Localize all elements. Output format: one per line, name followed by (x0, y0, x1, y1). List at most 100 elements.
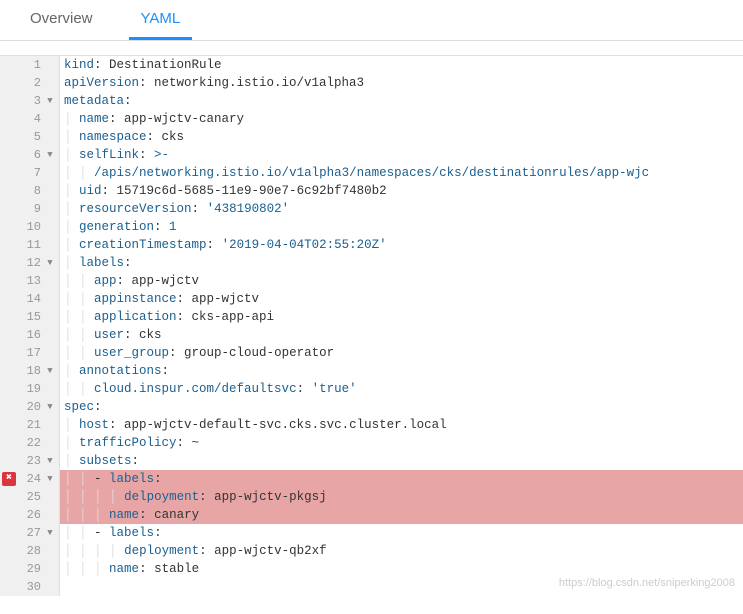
fold-toggle-icon[interactable]: ▼ (45, 362, 55, 380)
gutter-row: ✖4▼ (0, 110, 59, 128)
gutter-row: ✖14▼ (0, 290, 59, 308)
gutter-row: ✖27▼ (0, 524, 59, 542)
code-line[interactable]: │ │ user_group: group-cloud-operator (60, 344, 743, 362)
line-number: 5 (18, 128, 45, 146)
gutter-row: ✖10▼ (0, 218, 59, 236)
line-number: 12 (18, 254, 45, 272)
line-number: 25 (18, 488, 45, 506)
code-line[interactable]: │ │ /apis/networking.istio.io/v1alpha3/n… (60, 164, 743, 182)
code-line[interactable]: │ │ - labels: (60, 470, 743, 488)
gutter-row: ✖23▼ (0, 452, 59, 470)
line-number: 20 (18, 398, 45, 416)
gutter-row: ✖20▼ (0, 398, 59, 416)
gutter-row: ✖3▼ (0, 92, 59, 110)
gutter-row: ✖15▼ (0, 308, 59, 326)
code-line[interactable]: │ │ user: cks (60, 326, 743, 344)
tab-yaml[interactable]: YAML (129, 0, 193, 40)
gutter-row: ✖22▼ (0, 434, 59, 452)
code-line[interactable]: │ │ │ name: canary (60, 506, 743, 524)
line-number: 3 (18, 92, 45, 110)
gutter-row: ✖9▼ (0, 200, 59, 218)
line-number: 16 (18, 326, 45, 344)
code-line[interactable]: │ annotations: (60, 362, 743, 380)
gutter-row: ✖8▼ (0, 182, 59, 200)
line-number: 11 (18, 236, 45, 254)
line-number: 27 (18, 524, 45, 542)
tabs-bar: Overview YAML (0, 0, 743, 41)
line-number: 28 (18, 542, 45, 560)
editor-code[interactable]: kind: DestinationRuleapiVersion: network… (60, 56, 743, 596)
gutter-row: ✖13▼ (0, 272, 59, 290)
code-line[interactable]: │ │ app: app-wjctv (60, 272, 743, 290)
line-number: 6 (18, 146, 45, 164)
watermark: https://blog.csdn.net/sniperking2008 (559, 574, 735, 592)
line-number: 2 (18, 74, 45, 92)
code-line[interactable]: │ │ application: cks-app-api (60, 308, 743, 326)
gutter-row: ✖19▼ (0, 380, 59, 398)
line-number: 24 (18, 470, 45, 488)
gutter-row: ✖2▼ (0, 74, 59, 92)
yaml-editor[interactable]: ✖1▼✖2▼✖3▼✖4▼✖5▼✖6▼✖7▼✖8▼✖9▼✖10▼✖11▼✖12▼✖… (0, 55, 743, 596)
code-line[interactable]: │ resourceVersion: '438190802' (60, 200, 743, 218)
gutter-row: ✖16▼ (0, 326, 59, 344)
code-line[interactable]: │ │ appinstance: app-wjctv (60, 290, 743, 308)
line-number: 14 (18, 290, 45, 308)
code-line[interactable]: apiVersion: networking.istio.io/v1alpha3 (60, 74, 743, 92)
gutter-row: ✖1▼ (0, 56, 59, 74)
gutter-row: ✖25▼ (0, 488, 59, 506)
fold-toggle-icon[interactable]: ▼ (45, 146, 55, 164)
gutter-row: ✖21▼ (0, 416, 59, 434)
line-number: 13 (18, 272, 45, 290)
fold-toggle-icon[interactable]: ▼ (45, 524, 55, 542)
code-line[interactable]: │ subsets: (60, 452, 743, 470)
line-number: 22 (18, 434, 45, 452)
code-line[interactable]: │ │ │ │ deployment: app-wjctv-qb2xf (60, 542, 743, 560)
code-line[interactable]: │ selfLink: >- (60, 146, 743, 164)
code-line[interactable]: │ namespace: cks (60, 128, 743, 146)
code-line[interactable]: │ generation: 1 (60, 218, 743, 236)
line-number: 30 (18, 578, 45, 596)
code-line[interactable]: │ labels: (60, 254, 743, 272)
gutter-row: ✖12▼ (0, 254, 59, 272)
gutter-row: ✖17▼ (0, 344, 59, 362)
line-number: 9 (18, 200, 45, 218)
code-line[interactable]: │ uid: 15719c6d-5685-11e9-90e7-6c92bf748… (60, 182, 743, 200)
code-line[interactable]: │ │ cloud.inspur.com/defaultsvc: 'true' (60, 380, 743, 398)
line-number: 1 (18, 56, 45, 74)
line-number: 26 (18, 506, 45, 524)
fold-toggle-icon[interactable]: ▼ (45, 470, 55, 488)
fold-toggle-icon[interactable]: ▼ (45, 452, 55, 470)
code-line[interactable]: │ │ - labels: (60, 524, 743, 542)
gutter-row: ✖5▼ (0, 128, 59, 146)
gutter-row: ✖26▼ (0, 506, 59, 524)
fold-toggle-icon[interactable]: ▼ (45, 92, 55, 110)
line-number: 23 (18, 452, 45, 470)
gutter-row: ✖29▼ (0, 560, 59, 578)
code-line[interactable]: │ trafficPolicy: ~ (60, 434, 743, 452)
line-number: 7 (18, 164, 45, 182)
gutter-row: ✖24▼ (0, 470, 59, 488)
code-line[interactable]: │ creationTimestamp: '2019-04-04T02:55:2… (60, 236, 743, 254)
gutter-row: ✖28▼ (0, 542, 59, 560)
fold-toggle-icon[interactable]: ▼ (45, 398, 55, 416)
line-number: 29 (18, 560, 45, 578)
code-line[interactable]: │ host: app-wjctv-default-svc.cks.svc.cl… (60, 416, 743, 434)
code-line[interactable]: spec: (60, 398, 743, 416)
line-number: 21 (18, 416, 45, 434)
gutter-row: ✖30▼ (0, 578, 59, 596)
tab-overview[interactable]: Overview (18, 0, 105, 40)
code-line[interactable]: │ name: app-wjctv-canary (60, 110, 743, 128)
line-number: 17 (18, 344, 45, 362)
editor-gutter: ✖1▼✖2▼✖3▼✖4▼✖5▼✖6▼✖7▼✖8▼✖9▼✖10▼✖11▼✖12▼✖… (0, 56, 60, 596)
line-number: 10 (18, 218, 45, 236)
fold-toggle-icon[interactable]: ▼ (45, 254, 55, 272)
line-number: 19 (18, 380, 45, 398)
gutter-row: ✖18▼ (0, 362, 59, 380)
line-number: 15 (18, 308, 45, 326)
code-line[interactable]: │ │ │ │ delpoyment: app-wjctv-pkgsj (60, 488, 743, 506)
code-line[interactable]: metadata: (60, 92, 743, 110)
error-icon[interactable]: ✖ (2, 472, 16, 486)
gutter-row: ✖6▼ (0, 146, 59, 164)
line-number: 4 (18, 110, 45, 128)
code-line[interactable]: kind: DestinationRule (60, 56, 743, 74)
